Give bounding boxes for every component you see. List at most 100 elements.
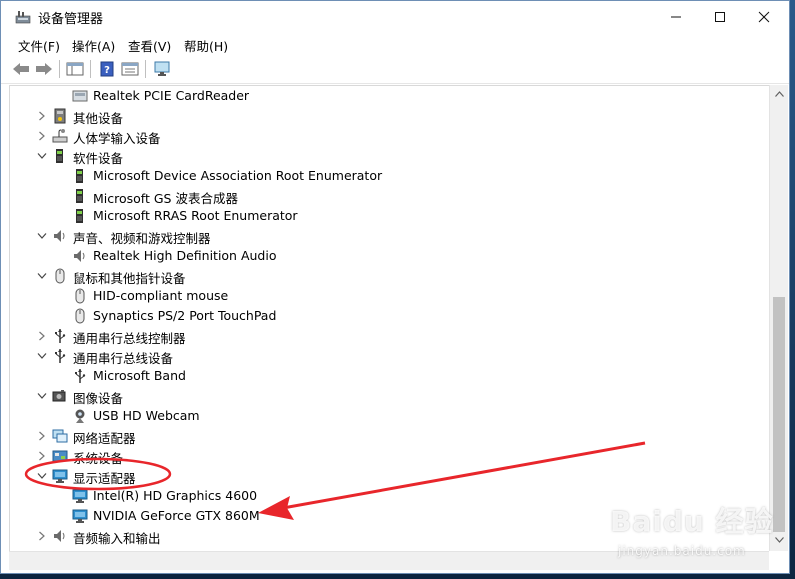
vertical-scrollbar[interactable] bbox=[769, 85, 788, 551]
toolbar-separator bbox=[145, 60, 146, 78]
tree-item[interactable]: Realtek PCIE CardReader bbox=[10, 86, 770, 106]
mouse-icon bbox=[72, 288, 88, 304]
minimize-icon bbox=[671, 16, 681, 18]
chevron-down-icon[interactable] bbox=[36, 148, 48, 164]
software-device-icon bbox=[72, 168, 88, 184]
maximize-button[interactable] bbox=[697, 1, 743, 33]
tree-item-label: Microsoft GS 波表合成器 bbox=[93, 191, 238, 206]
software-device-icon bbox=[52, 148, 68, 164]
tree-item[interactable]: 声音、视频和游戏控制器 bbox=[10, 226, 770, 246]
device-tree[interactable]: Realtek PCIE CardReader 其他设备人体学输入设备 软件设备 Mi… bbox=[9, 85, 770, 552]
toolbar-separator bbox=[59, 60, 60, 78]
chevron-right-icon[interactable] bbox=[36, 328, 48, 344]
chevron-down-icon[interactable] bbox=[36, 228, 48, 244]
tree-item[interactable]: Synaptics PS/2 Port TouchPad bbox=[10, 306, 770, 326]
tree-item-label: Intel(R) HD Graphics 4600 bbox=[93, 488, 258, 503]
webcam-icon bbox=[72, 408, 88, 424]
tree-item[interactable]: Microsoft GS 波表合成器 bbox=[10, 186, 770, 206]
mouse-icon bbox=[52, 268, 68, 284]
tree-item-label: USB HD Webcam bbox=[93, 408, 200, 423]
title-bar[interactable]: 设备管理器 bbox=[1, 1, 789, 33]
tree-item[interactable]: 通用串行总线控制器 bbox=[10, 326, 770, 346]
tree-item-label: 声音、视频和游戏控制器 bbox=[73, 231, 211, 246]
mouse-icon bbox=[72, 308, 88, 324]
chevron-right-icon[interactable] bbox=[36, 448, 48, 464]
tree-item[interactable]: Microsoft RRAS Root Enumerator bbox=[10, 206, 770, 226]
network-icon bbox=[52, 428, 68, 444]
tree-item[interactable]: 人体学输入设备 bbox=[10, 126, 770, 146]
tree-item-label: Microsoft RRAS Root Enumerator bbox=[93, 208, 298, 223]
tree-item[interactable]: 鼠标和其他指针设备 bbox=[10, 266, 770, 286]
help-icon: ? bbox=[100, 61, 114, 77]
toolbar: ? bbox=[1, 55, 789, 84]
tree-item[interactable]: Realtek High Definition Audio bbox=[10, 246, 770, 266]
scroll-up-button[interactable] bbox=[770, 85, 788, 103]
menu-action[interactable]: 操作(A) bbox=[72, 36, 115, 55]
display-icon bbox=[72, 508, 88, 524]
chevron-right-icon[interactable] bbox=[36, 428, 48, 444]
tree-item[interactable]: USB HD Webcam bbox=[10, 406, 770, 426]
chevron-right-icon[interactable] bbox=[36, 108, 48, 124]
tree-item[interactable]: Microsoft Device Association Root Enumer… bbox=[10, 166, 770, 186]
tree-item[interactable]: 网络适配器 bbox=[10, 426, 770, 446]
speaker-icon bbox=[52, 228, 68, 244]
tree-item[interactable]: Microsoft Band bbox=[10, 366, 770, 386]
chevron-down-icon[interactable] bbox=[36, 388, 48, 404]
tree-item[interactable]: 其他设备 bbox=[10, 106, 770, 126]
minimize-button[interactable] bbox=[653, 1, 699, 33]
software-device-icon bbox=[72, 208, 88, 224]
tree-item-label: 其他设备 bbox=[73, 111, 124, 126]
tree-item-label: 系统设备 bbox=[73, 451, 124, 466]
watermark: Baidu 经验 jingyan.baidu.com bbox=[588, 500, 788, 570]
menu-bar: 文件(F) 操作(A) 查看(V) 帮助(H) bbox=[1, 33, 789, 55]
device-manager-window: 设备管理器 文件(F) 操作(A) 查看(V) 帮助(H) ? Realtek … bbox=[0, 0, 790, 574]
menu-view[interactable]: 查看(V) bbox=[128, 36, 171, 55]
tree-item[interactable]: HID-compliant mouse bbox=[10, 286, 770, 306]
tree-item[interactable]: 软件设备 bbox=[10, 146, 770, 166]
menu-file[interactable]: 文件(F) bbox=[18, 36, 60, 55]
chevron-down-icon[interactable] bbox=[36, 268, 48, 284]
tree-item-label: 通用串行总线设备 bbox=[73, 351, 174, 366]
monitor-scan-icon bbox=[154, 61, 170, 76]
tree-item-label: 图像设备 bbox=[73, 391, 124, 406]
tree-item-label: Realtek PCIE CardReader bbox=[93, 88, 250, 103]
help-button[interactable]: ? bbox=[97, 59, 117, 79]
tree-item[interactable]: 显示适配器 bbox=[10, 466, 770, 486]
chevron-right-icon[interactable] bbox=[36, 128, 48, 144]
tree-item-label: NVIDIA GeForce GTX 860M bbox=[93, 508, 260, 523]
window-title: 设备管理器 bbox=[38, 12, 104, 27]
display-icon bbox=[72, 488, 88, 504]
tree-item[interactable]: 通用串行总线设备 bbox=[10, 346, 770, 366]
tree-item-label: 显示适配器 bbox=[73, 471, 136, 486]
back-arrow-icon bbox=[13, 63, 29, 75]
menu-help[interactable]: 帮助(H) bbox=[184, 36, 228, 55]
svg-text:?: ? bbox=[104, 65, 110, 76]
system-icon bbox=[52, 448, 68, 464]
usb-icon bbox=[52, 328, 68, 344]
watermark-logo-text: Baidu 经验 bbox=[610, 505, 774, 538]
close-icon bbox=[758, 11, 770, 23]
chevron-down-icon[interactable] bbox=[36, 348, 48, 364]
chevron-down-icon[interactable] bbox=[36, 468, 48, 484]
forward-button[interactable] bbox=[34, 59, 54, 79]
device-manager-app-icon bbox=[15, 11, 31, 24]
console-tree-icon bbox=[66, 62, 84, 76]
chevron-right-icon[interactable] bbox=[36, 528, 48, 544]
card-reader-icon bbox=[72, 88, 88, 104]
usb-icon bbox=[72, 368, 88, 384]
tree-item[interactable]: 图像设备 bbox=[10, 386, 770, 406]
tree-item-label: Microsoft Device Association Root Enumer… bbox=[93, 168, 383, 183]
scroll-thumb[interactable] bbox=[773, 297, 785, 532]
unknown-device-icon bbox=[52, 108, 68, 124]
properties-button[interactable] bbox=[120, 59, 140, 79]
show-hide-console-tree-button[interactable] bbox=[65, 59, 85, 79]
back-button[interactable] bbox=[11, 59, 31, 79]
close-button[interactable] bbox=[741, 1, 787, 33]
tree-item-label: 音频输入和输出 bbox=[73, 531, 161, 546]
forward-arrow-icon bbox=[36, 63, 52, 75]
speaker-icon bbox=[72, 248, 88, 264]
scan-hardware-button[interactable] bbox=[152, 59, 172, 79]
tree-item[interactable]: 系统设备 bbox=[10, 446, 770, 466]
tree-item-label: Synaptics PS/2 Port TouchPad bbox=[93, 308, 277, 323]
tree-item-label: 人体学输入设备 bbox=[73, 131, 161, 146]
